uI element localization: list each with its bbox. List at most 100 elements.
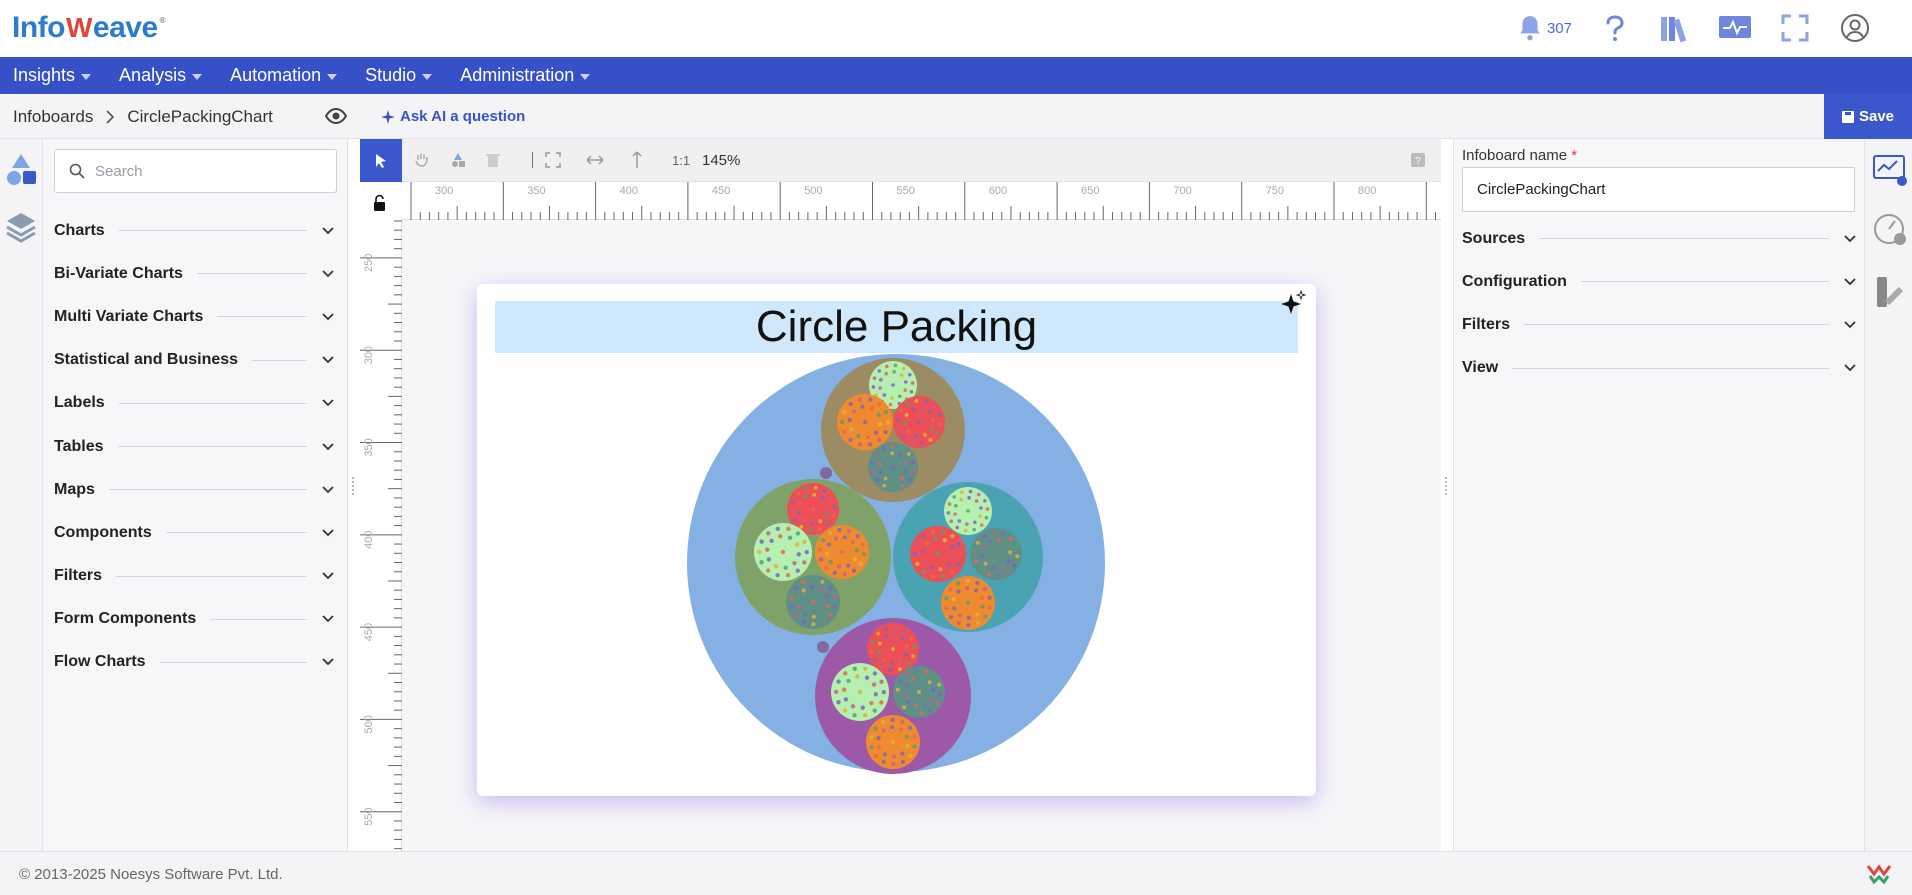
nav-studio[interactable]: Studio bbox=[365, 65, 433, 86]
notifications-button[interactable]: 307 bbox=[1517, 14, 1572, 42]
nav-automation[interactable]: Automation bbox=[230, 65, 338, 86]
data-point-circle bbox=[873, 430, 879, 435]
cursor-arrow-icon bbox=[376, 153, 386, 168]
dashboard-speed-icon[interactable] bbox=[1871, 211, 1909, 249]
data-point-circle bbox=[847, 529, 852, 534]
category-charts[interactable]: Charts bbox=[54, 209, 339, 252]
canvas-help-button[interactable]: ? bbox=[1403, 145, 1433, 175]
shapes-components-icon[interactable] bbox=[4, 152, 38, 188]
delete-tool[interactable] bbox=[478, 145, 508, 175]
data-point-circle bbox=[896, 427, 901, 432]
library-button[interactable] bbox=[1658, 11, 1692, 45]
nav-analysis[interactable]: Analysis bbox=[119, 65, 203, 86]
data-point-circle bbox=[927, 410, 932, 415]
data-point-circle bbox=[906, 452, 911, 456]
ruler-label: 450 bbox=[363, 623, 375, 641]
nav-insights[interactable]: Insights bbox=[13, 65, 92, 86]
canvas-toolbar: 1:1 145% ? bbox=[360, 139, 1441, 182]
user-profile-button[interactable] bbox=[1838, 11, 1872, 45]
category-components[interactable]: Components bbox=[54, 511, 339, 554]
actual-size-button[interactable]: 1:1 bbox=[672, 139, 690, 182]
ask-ai-button[interactable]: Ask AI a question bbox=[381, 94, 525, 139]
copyright-text: © 2013-2025 Noesys Software Pvt. Ltd. bbox=[19, 865, 283, 883]
right-panel-resize-handle[interactable] bbox=[1443, 475, 1449, 499]
category-statistical-and-business[interactable]: Statistical and Business bbox=[54, 339, 339, 382]
fit-height-tool[interactable] bbox=[622, 145, 652, 175]
section-sources[interactable]: Sources bbox=[1462, 217, 1857, 260]
data-point-circle bbox=[930, 529, 936, 534]
data-point-circle bbox=[954, 504, 958, 508]
shapes-tool[interactable] bbox=[443, 145, 473, 175]
data-point-circle bbox=[877, 641, 882, 646]
preview-eye-icon[interactable] bbox=[325, 106, 347, 126]
chevron-down-icon bbox=[322, 529, 334, 537]
infoweave-logo[interactable]: Info W eave ® bbox=[12, 8, 166, 48]
category-labels[interactable]: Labels bbox=[54, 382, 339, 425]
data-point-circle bbox=[966, 623, 971, 628]
category-form-components[interactable]: Form Components bbox=[54, 598, 339, 641]
left-panel-resize-handle[interactable] bbox=[350, 475, 356, 499]
data-point-circle bbox=[809, 521, 814, 526]
section-filters[interactable]: Filters bbox=[1462, 303, 1857, 346]
data-point-circle bbox=[833, 536, 838, 541]
category-tables[interactable]: Tables bbox=[54, 425, 339, 468]
lock-icon[interactable] bbox=[360, 182, 402, 220]
breadcrumb-root[interactable]: Infoboards bbox=[13, 107, 93, 127]
circle-packing-widget[interactable]: Circle Packing bbox=[477, 284, 1316, 796]
category-filters[interactable]: Filters bbox=[54, 555, 339, 598]
data-point-circle bbox=[940, 574, 946, 579]
data-point-circle bbox=[935, 701, 940, 706]
category-maps[interactable]: Maps bbox=[54, 468, 339, 511]
layers-icon[interactable] bbox=[4, 209, 38, 245]
section-view[interactable]: View bbox=[1462, 347, 1857, 390]
chevron-down-icon bbox=[1844, 321, 1856, 329]
category-label: Filters bbox=[54, 567, 103, 585]
pan-tool[interactable] bbox=[407, 145, 437, 175]
data-point-circle bbox=[1014, 544, 1019, 549]
data-point-circle bbox=[822, 489, 827, 494]
data-point-circle bbox=[927, 680, 932, 685]
divider bbox=[117, 446, 307, 448]
data-point-circle bbox=[871, 460, 875, 465]
divider bbox=[1580, 281, 1829, 283]
data-point-circle bbox=[891, 754, 896, 759]
category-flow-charts[interactable]: Flow Charts bbox=[54, 641, 339, 684]
data-point-circle bbox=[938, 422, 943, 427]
search-input[interactable] bbox=[95, 162, 315, 180]
ruler-label: 700 bbox=[1173, 185, 1191, 197]
data-point-circle bbox=[981, 545, 986, 549]
help-button[interactable] bbox=[1598, 11, 1632, 45]
fit-width-tool[interactable] bbox=[580, 145, 610, 175]
data-point-circle bbox=[896, 697, 901, 702]
data-point-circle bbox=[928, 438, 933, 442]
data-point-circle bbox=[994, 552, 998, 556]
data-point-circle bbox=[951, 597, 956, 602]
section-label: View bbox=[1462, 359, 1499, 377]
data-point-circle bbox=[825, 603, 830, 608]
fullscreen-button[interactable] bbox=[1778, 11, 1812, 45]
data-point-circle bbox=[882, 454, 887, 459]
section-configuration[interactable]: Configuration bbox=[1462, 260, 1857, 303]
data-point-circle bbox=[975, 540, 980, 545]
theme-settings-icon[interactable] bbox=[1871, 273, 1909, 311]
infoboard-settings-icon[interactable] bbox=[1871, 151, 1909, 189]
data-point-circle bbox=[875, 478, 880, 482]
horizontal-ruler: 3003504004505005506006507007508008 bbox=[402, 182, 1441, 220]
save-button[interactable]: Save bbox=[1824, 94, 1912, 139]
infoboard-name-field[interactable] bbox=[1462, 167, 1855, 212]
monitor-button[interactable] bbox=[1718, 11, 1752, 45]
data-point-circle bbox=[919, 676, 924, 680]
select-tool[interactable] bbox=[360, 139, 402, 182]
category-bi-variate-charts[interactable]: Bi-Variate Charts bbox=[54, 252, 339, 295]
footer: © 2013-2025 Noesys Software Pvt. Ltd. bbox=[0, 851, 1912, 895]
fit-tool[interactable] bbox=[538, 145, 568, 175]
data-point-circle bbox=[834, 689, 839, 695]
category-label: Multi Variate Charts bbox=[54, 307, 204, 325]
data-point-circle bbox=[933, 536, 938, 541]
category-multi-variate-charts[interactable]: Multi Variate Charts bbox=[54, 295, 339, 338]
data-point-circle bbox=[801, 517, 806, 522]
nav-administration[interactable]: Administration bbox=[460, 65, 591, 86]
data-point-circle bbox=[888, 668, 893, 673]
divider bbox=[1512, 367, 1829, 369]
breadcrumb-bar: Infoboards CirclePackingChart Ask AI a q… bbox=[0, 94, 1912, 139]
